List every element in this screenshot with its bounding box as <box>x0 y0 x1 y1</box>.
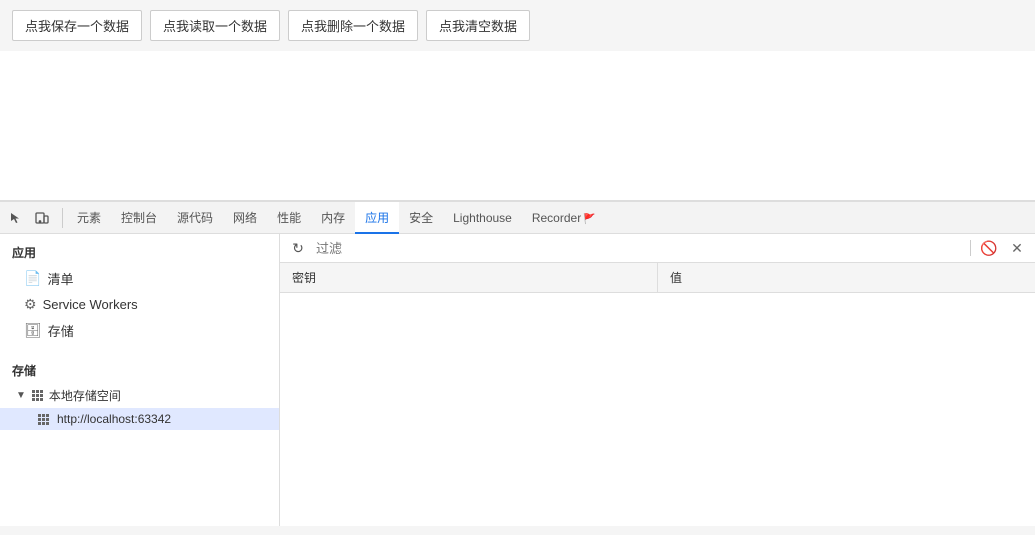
manifest-icon: 📄 <box>24 270 41 287</box>
grid-icon-localstorage <box>32 390 43 401</box>
read-button[interactable]: 点我读取一个数据 <box>150 10 280 41</box>
table-header: 密钥 值 <box>280 263 1035 293</box>
storage-icon: 🗄 <box>24 322 42 339</box>
tab-memory[interactable]: 内存 <box>311 202 355 234</box>
tab-security[interactable]: 安全 <box>399 202 443 234</box>
cursor-icon[interactable] <box>4 206 28 230</box>
data-table: 密钥 值 <box>280 263 1035 526</box>
sidebar-item-storage[interactable]: 🗄 存储 <box>0 317 279 344</box>
sidebar: 应用 📄 清单 ⚙ Service Workers 🗄 存储 存储 ▼ <box>0 234 280 526</box>
tab-network[interactable]: 网络 <box>223 202 267 234</box>
tab-bar: 元素控制台源代码网络性能内存应用安全LighthouseRecorder🚩 <box>0 202 1035 234</box>
filter-input[interactable] <box>316 241 962 256</box>
tab-console[interactable]: 控制台 <box>111 202 167 234</box>
content-preview <box>0 51 1035 201</box>
save-button[interactable]: 点我保存一个数据 <box>12 10 142 41</box>
sidebar-item-service-workers-label: Service Workers <box>43 297 138 312</box>
top-buttons: 点我保存一个数据 点我读取一个数据 点我删除一个数据 点我清空数据 <box>12 10 1023 41</box>
tab-bar-divider <box>62 208 63 228</box>
sidebar-item-storage-label: 存储 <box>48 321 74 340</box>
block-icon[interactable]: 🚫 <box>979 238 999 258</box>
close-icon[interactable]: ✕ <box>1007 238 1027 258</box>
sidebar-item-manifest[interactable]: 📄 清单 <box>0 265 279 292</box>
delete-button[interactable]: 点我删除一个数据 <box>288 10 418 41</box>
tab-elements[interactable]: 元素 <box>67 202 111 234</box>
column-key: 密钥 <box>280 263 658 292</box>
tab-lighthouse[interactable]: Lighthouse <box>443 202 522 234</box>
main-panel: ↻ 🚫 ✕ 密钥 值 <box>280 234 1035 526</box>
sidebar-item-service-workers[interactable]: ⚙ Service Workers <box>0 292 279 317</box>
filter-bar-divider <box>970 240 971 256</box>
column-value: 值 <box>658 263 1035 292</box>
grid-icon-localhost <box>38 414 49 425</box>
tab-recorder[interactable]: Recorder🚩 <box>522 202 606 234</box>
top-area: 点我保存一个数据 点我读取一个数据 点我删除一个数据 点我清空数据 <box>0 0 1035 51</box>
sidebar-item-manifest-label: 清单 <box>47 269 73 288</box>
recorder-flag-icon: 🚩 <box>583 214 595 225</box>
devtools-panel: 元素控制台源代码网络性能内存应用安全LighthouseRecorder🚩 应用… <box>0 201 1035 526</box>
sidebar-item-localhost-label: http://localhost:63342 <box>57 412 171 426</box>
expand-triangle-icon: ▼ <box>16 390 26 401</box>
tab-sources[interactable]: 源代码 <box>167 202 223 234</box>
tab-icon-group <box>4 206 54 230</box>
sidebar-section-app: 应用 <box>0 234 279 265</box>
sidebar-section-storage: 存储 <box>0 352 279 383</box>
devtools-body: 应用 📄 清单 ⚙ Service Workers 🗄 存储 存储 ▼ <box>0 234 1035 526</box>
tab-list: 元素控制台源代码网络性能内存应用安全LighthouseRecorder🚩 <box>67 202 606 234</box>
refresh-icon[interactable]: ↻ <box>288 238 308 258</box>
sidebar-group-localstorage[interactable]: ▼ 本地存储空间 <box>0 383 279 408</box>
tab-application[interactable]: 应用 <box>355 202 399 234</box>
filter-bar: ↻ 🚫 ✕ <box>280 234 1035 263</box>
clear-button[interactable]: 点我清空数据 <box>426 10 530 41</box>
sidebar-item-localhost[interactable]: http://localhost:63342 <box>0 408 279 430</box>
localstorage-group-label: 本地存储空间 <box>49 387 121 404</box>
service-workers-icon: ⚙ <box>24 296 37 313</box>
device-icon[interactable] <box>30 206 54 230</box>
tab-performance[interactable]: 性能 <box>267 202 311 234</box>
